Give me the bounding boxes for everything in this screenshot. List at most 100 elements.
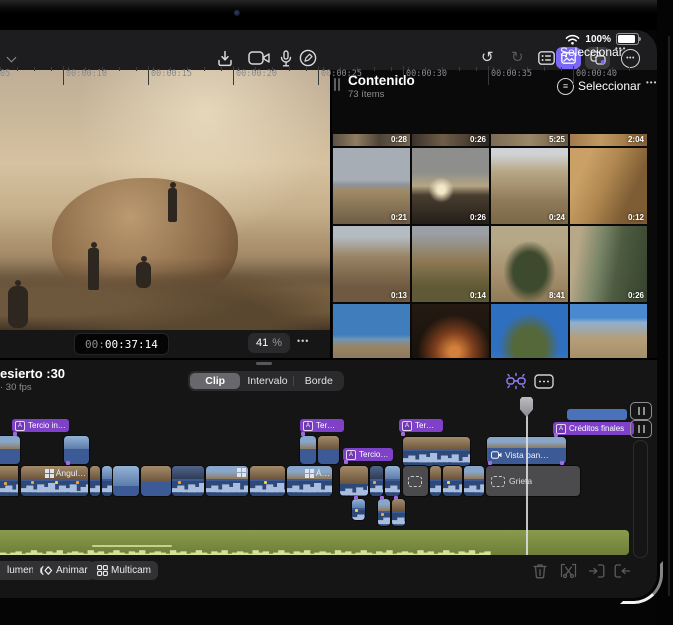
clip-waveform bbox=[464, 481, 484, 496]
clip-duration: 2:04 bbox=[627, 135, 644, 144]
connected-clip[interactable] bbox=[64, 436, 89, 464]
storyline-clip-angulo[interactable]: Ángul… bbox=[21, 466, 88, 496]
ruler-label: 00:00:10 bbox=[66, 69, 107, 79]
storyline-clip[interactable] bbox=[464, 466, 484, 496]
connected-clip[interactable] bbox=[403, 437, 470, 466]
media-thumbnail[interactable]: 0:21 bbox=[333, 148, 410, 224]
media-thumbnail[interactable]: 0:26 bbox=[570, 226, 647, 302]
placeholder-clip-grieta[interactable]: Grieta bbox=[486, 466, 580, 496]
connected-clip-below[interactable] bbox=[352, 499, 365, 520]
camera-icon[interactable] bbox=[245, 48, 273, 68]
title-clip[interactable]: A Créditos finales bbox=[553, 422, 634, 435]
title-clip[interactable]: A Ter… bbox=[399, 419, 443, 432]
connection-marker bbox=[344, 460, 348, 464]
tab-intervalo[interactable]: Intervalo bbox=[242, 373, 292, 389]
clip-thumbnail bbox=[392, 499, 405, 511]
media-thumbnail[interactable]: 0:12 bbox=[570, 148, 647, 224]
clip-thumbnail bbox=[113, 466, 139, 486]
multicam-button[interactable]: Multicam bbox=[90, 561, 159, 580]
storyline-clip[interactable] bbox=[430, 466, 441, 496]
multicam-grid-icon bbox=[304, 468, 314, 478]
chevron-down-icon[interactable] bbox=[8, 54, 16, 62]
person-silhouette bbox=[88, 248, 99, 290]
connection-marker bbox=[66, 461, 70, 465]
lane-toggle-button[interactable] bbox=[630, 402, 652, 420]
media-thumbnail[interactable]: 0:28 bbox=[333, 134, 410, 146]
clip-thumbnail bbox=[0, 466, 18, 479]
microphone-icon[interactable] bbox=[275, 48, 297, 68]
timeline-vertical-scrollbar[interactable] bbox=[633, 440, 648, 558]
connected-clip-below[interactable] bbox=[392, 499, 405, 526]
connected-clip[interactable] bbox=[318, 436, 339, 464]
lane-toggle-button[interactable] bbox=[630, 420, 652, 438]
connected-clip[interactable] bbox=[300, 436, 316, 464]
media-thumbnail[interactable]: 0:24 bbox=[491, 148, 568, 224]
storyline-clip[interactable] bbox=[172, 466, 204, 496]
storyline-clip[interactable]: Á… bbox=[287, 466, 332, 496]
timeline-overview-icon[interactable] bbox=[534, 374, 554, 394]
tab-borde[interactable]: Borde bbox=[294, 373, 344, 389]
delete-icon[interactable] bbox=[531, 562, 548, 579]
media-thumbnail[interactable]: 8:41 bbox=[491, 226, 568, 302]
clip-waveform bbox=[403, 451, 470, 466]
connected-clip[interactable] bbox=[0, 436, 20, 464]
import-icon[interactable] bbox=[214, 48, 236, 68]
browser-item-count: 73 ítems bbox=[348, 89, 385, 100]
marker bbox=[355, 509, 358, 512]
timeline-ruler[interactable]: 05 00:00:10 00:00:15 00:00:20 00:00:25 0… bbox=[0, 66, 657, 86]
title-clip[interactable]: A Tercio… bbox=[343, 448, 393, 461]
storyline-clip[interactable] bbox=[0, 466, 18, 496]
storyline-clip[interactable] bbox=[113, 466, 139, 496]
media-thumbnail[interactable]: 0:13 bbox=[333, 226, 410, 302]
blade-cut-icon[interactable] bbox=[560, 562, 577, 579]
clip-thumbnail bbox=[300, 436, 316, 449]
timecode-display[interactable]: 00: 00:37:14 bbox=[74, 333, 169, 355]
storyline-clip[interactable] bbox=[370, 466, 383, 496]
viewer-video-frame[interactable] bbox=[0, 70, 330, 330]
storyline-clip[interactable] bbox=[141, 466, 171, 496]
connect-clip-icon[interactable] bbox=[504, 372, 528, 395]
title-icon: A bbox=[303, 420, 313, 431]
playhead-line[interactable] bbox=[526, 402, 528, 555]
undo-icon[interactable]: ↺ bbox=[481, 50, 494, 65]
storyline-clip[interactable] bbox=[250, 466, 285, 496]
media-thumbnail[interactable]: 2:04 bbox=[570, 134, 647, 146]
animar-button[interactable]: Animar bbox=[33, 561, 95, 580]
status-bar: 100% bbox=[565, 33, 641, 45]
volumen-label: lumen bbox=[7, 565, 35, 576]
multicam-grid-icon bbox=[97, 565, 108, 576]
media-thumbnail[interactable]: 0:26 bbox=[412, 148, 489, 224]
annotate-pencil-icon[interactable] bbox=[297, 48, 319, 68]
connected-clip-below[interactable] bbox=[378, 499, 390, 526]
title-clip[interactable]: A Ter… bbox=[300, 419, 344, 432]
inspector-icon[interactable] bbox=[535, 48, 557, 68]
marker bbox=[178, 481, 181, 484]
clip-duration: 0:26 bbox=[627, 291, 644, 300]
zoom-level-control[interactable]: 41% bbox=[248, 333, 291, 353]
storyline-clip[interactable] bbox=[443, 466, 462, 496]
connection-marker bbox=[380, 496, 384, 500]
redo-icon[interactable]: ↻ bbox=[511, 50, 524, 65]
tab-clip[interactable]: Clip bbox=[190, 373, 241, 389]
title-clip[interactable]: A Tercio in… bbox=[12, 419, 69, 432]
ruler-tick bbox=[63, 66, 64, 85]
media-thumbnail[interactable]: 5:25 bbox=[491, 134, 568, 146]
media-thumbnail[interactable]: 0:26 bbox=[412, 134, 489, 146]
timeline-clip[interactable] bbox=[567, 409, 627, 420]
insert-left-icon[interactable] bbox=[588, 562, 605, 579]
storyline-clip[interactable] bbox=[206, 466, 248, 496]
storyline-clip[interactable] bbox=[340, 466, 368, 496]
clip-duration: 0:26 bbox=[469, 213, 486, 222]
audio-clip[interactable] bbox=[0, 530, 629, 555]
marker bbox=[447, 481, 450, 484]
storyline-clip[interactable] bbox=[90, 466, 100, 496]
storyline-clip[interactable] bbox=[385, 466, 400, 496]
connection-marker bbox=[394, 496, 398, 500]
storyline-clip[interactable] bbox=[102, 466, 112, 496]
placeholder-clip[interactable]: Grieta bbox=[403, 466, 428, 496]
media-thumbnail[interactable]: 0:14 bbox=[412, 226, 489, 302]
timeline-drag-handle[interactable] bbox=[256, 362, 272, 365]
timeline-more-icon[interactable]: ••• bbox=[615, 44, 626, 53]
viewer-more-icon[interactable]: ••• bbox=[297, 336, 309, 346]
timeline-select-button[interactable]: Seleccionar bbox=[560, 45, 623, 59]
